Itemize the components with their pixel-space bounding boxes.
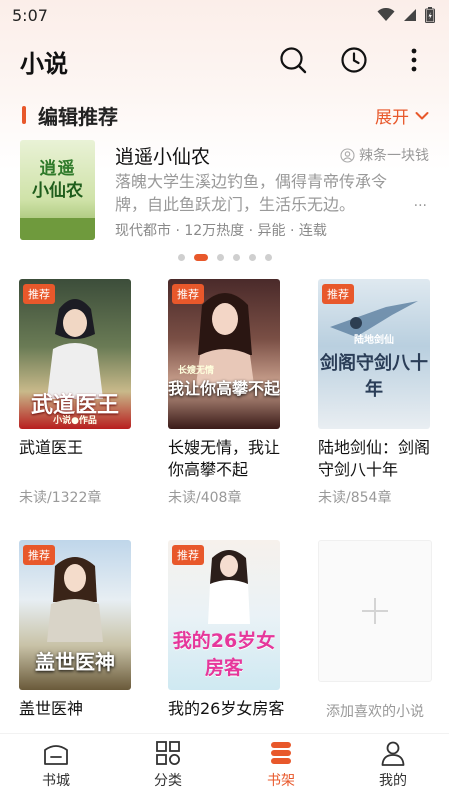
book-title: 武道医王 [19, 438, 84, 457]
book-title: 长嫂无情，我让你高攀不起 [168, 438, 281, 479]
cover-subtitle: 长嫂无情 [177, 366, 214, 376]
page-title: 小说 [20, 50, 68, 78]
featured-book-card[interactable]: 逍遥 小仙农 逍遥小仙农 辣条一块钱 落魄大学生溪边钓鱼，偶得青帝传承令牌，自此… [0, 138, 449, 246]
nav-label: 我的 [379, 773, 407, 789]
nav-label: 分类 [154, 773, 182, 789]
recommend-badge: 推荐 [23, 545, 55, 565]
wifi-icon [377, 8, 395, 21]
nav-label: 书架 [267, 773, 295, 789]
book-card[interactable]: 武道医王 小说●作品 推荐 武道医王 [19, 279, 131, 459]
nav-category[interactable]: 分类 [128, 740, 208, 790]
section-accent-bar [22, 106, 26, 124]
featured-meta: 现代都市 · 12万热度 · 异能 · 连载 [115, 223, 327, 239]
cover-title: 我让你高攀不起 [168, 379, 280, 398]
book-title: 盖世医神 [19, 699, 84, 718]
profile-icon [381, 741, 405, 766]
book-cover: 盖世医神 推荐 [19, 540, 131, 690]
book-card[interactable]: 我的26岁女房客 推荐 我的26岁女房客 [168, 540, 284, 720]
search-icon [280, 47, 307, 74]
carousel-dot[interactable] [193, 254, 208, 261]
book-progress: 未读/408章 [168, 490, 242, 506]
cover-subtitle: 小说●作品 [53, 416, 97, 426]
status-time: 5:07 [12, 6, 48, 25]
cover-title: 盖世医神 [35, 650, 115, 674]
expand-button[interactable]: 展开 [375, 103, 429, 128]
more-vertical-icon [411, 48, 417, 72]
recommend-badge: 推荐 [172, 284, 204, 304]
nav-bookstore[interactable]: 书城 [16, 740, 96, 790]
carousel-dot[interactable] [264, 254, 272, 261]
book-cover: 我让你高攀不起 长嫂无情 推荐 [168, 279, 280, 429]
bottom-navigation: 书城 分类 书架 我的 [0, 733, 449, 798]
add-book-label: 添加喜欢的小说 [326, 704, 424, 720]
book-progress: 未读/854章 [318, 490, 392, 506]
clock-icon [341, 47, 367, 73]
featured-author: 辣条一块钱 [340, 145, 429, 165]
chevron-down-icon [415, 111, 429, 119]
book-title: 我的26岁女房客 [168, 699, 285, 718]
expand-label: 展开 [375, 108, 409, 128]
category-icon [156, 741, 180, 765]
more-button[interactable] [396, 42, 432, 78]
cover-figure [47, 299, 103, 399]
editor-recommend-header: 编辑推荐 展开 [0, 100, 449, 130]
book-card[interactable]: 剑阁守剑八十年 陆地剑仙 推荐 陆地剑仙：剑阁守剑八十年 [318, 279, 430, 481]
search-button[interactable] [275, 42, 311, 78]
nav-profile[interactable]: 我的 [353, 740, 433, 790]
section-title: 编辑推荐 [38, 105, 118, 129]
book-cover: 剑阁守剑八十年 陆地剑仙 推荐 [318, 279, 430, 429]
carousel-indicator [0, 254, 449, 261]
carousel-dot[interactable] [216, 254, 224, 261]
battery-icon [425, 7, 435, 23]
featured-description: 落魄大学生溪边钓鱼，偶得青帝传承令牌，自此鱼跃龙门，生活乐无边。 [115, 172, 388, 214]
nav-label: 书城 [42, 773, 70, 789]
add-book-button[interactable] [318, 540, 432, 682]
featured-ellipsis: ... [413, 194, 427, 210]
featured-title: 逍遥小仙农 [115, 146, 211, 168]
nav-bookshelf[interactable]: 书架 [241, 740, 321, 790]
cover-title: 我的26岁女房客 [172, 630, 276, 679]
featured-cover: 逍遥 小仙农 [20, 140, 95, 240]
book-card[interactable]: 盖世医神 推荐 盖世医神 [19, 540, 131, 720]
recommend-badge: 推荐 [23, 284, 55, 304]
book-card[interactable]: 我让你高攀不起 长嫂无情 推荐 长嫂无情，我让你高攀不起 [168, 279, 280, 481]
cover-figure [47, 557, 103, 642]
featured-cover-text-2: 小仙农 [32, 181, 83, 201]
cover-title: 剑阁守剑八十年 [320, 353, 428, 400]
recommend-badge: 推荐 [322, 284, 354, 304]
history-button[interactable] [336, 42, 372, 78]
signal-icon [404, 9, 416, 21]
cover-figure [208, 550, 250, 624]
author-icon [340, 147, 355, 163]
carousel-dot[interactable] [248, 254, 256, 261]
book-cover: 武道医王 小说●作品 推荐 [19, 279, 131, 429]
bookstore-icon [44, 745, 68, 765]
plus-icon [362, 598, 388, 624]
status-bar: 5:07 [0, 0, 449, 30]
featured-cover-ground [20, 218, 95, 240]
book-cover: 我的26岁女房客 推荐 [168, 540, 280, 690]
recommend-badge: 推荐 [172, 545, 204, 565]
status-icons [377, 7, 435, 23]
book-progress: 未读/1322章 [19, 490, 102, 506]
carousel-dot[interactable] [177, 254, 185, 261]
bookshelf-icon [271, 742, 291, 764]
carousel-dot[interactable] [232, 254, 240, 261]
featured-author-name: 辣条一块钱 [359, 148, 429, 164]
app-header: 小说 [0, 38, 449, 84]
cover-subtitle: 陆地剑仙 [354, 335, 394, 346]
book-title: 陆地剑仙：剑阁守剑八十年 [318, 438, 431, 479]
